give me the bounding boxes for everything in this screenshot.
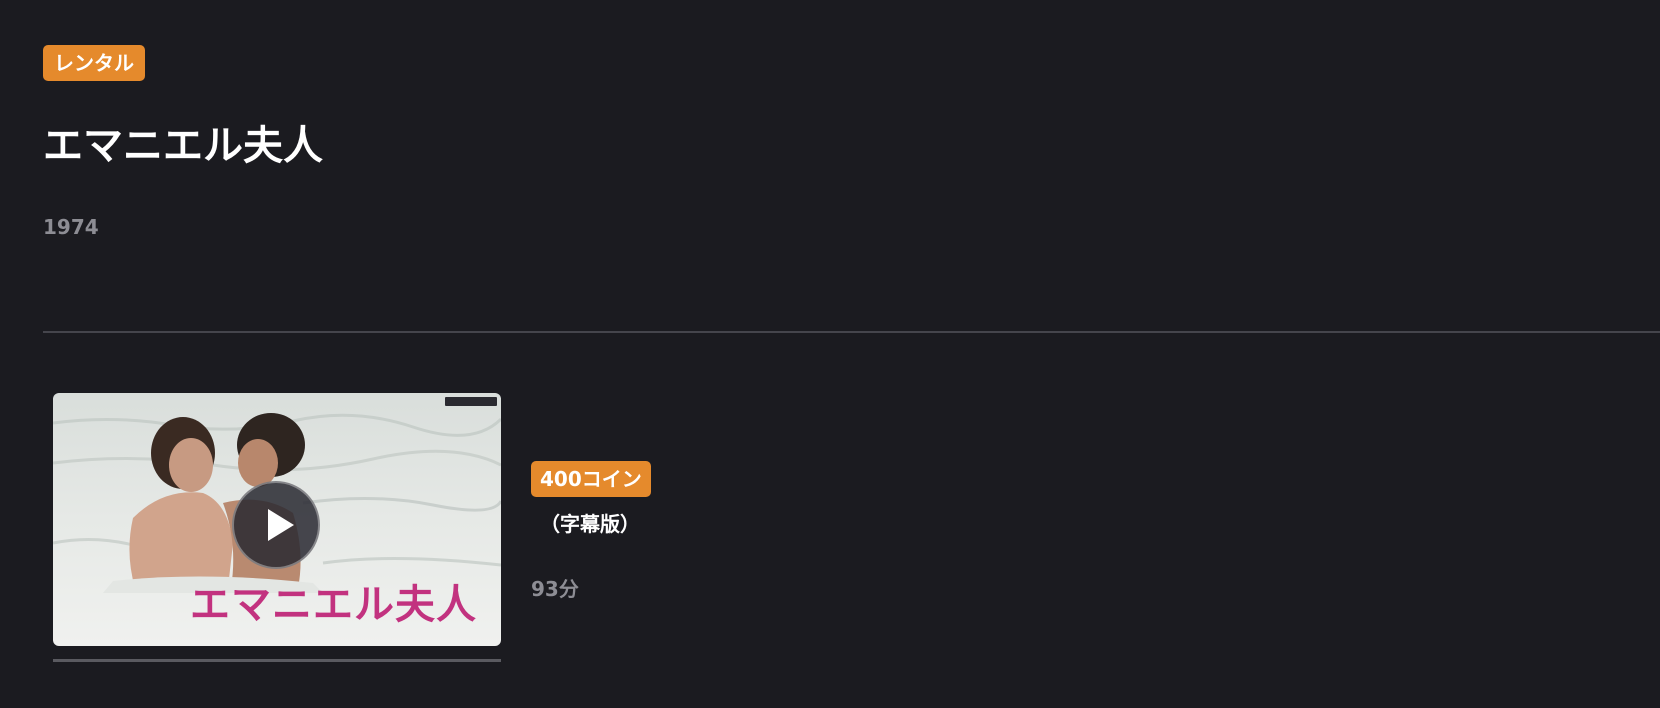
section-divider xyxy=(43,331,1660,333)
play-button[interactable] xyxy=(232,481,320,569)
price-badge: 400コイン xyxy=(531,461,651,497)
version-label: （字幕版） xyxy=(540,512,640,536)
play-icon xyxy=(268,509,294,541)
page-title: エマニエル夫人 xyxy=(43,123,323,169)
thumbnail-title: エマニエル夫人 xyxy=(190,581,477,628)
duration-label: 93分 xyxy=(531,577,579,601)
watch-progress-bar xyxy=(53,659,501,662)
episode-thumbnail[interactable]: エマニエル夫人 xyxy=(53,393,501,646)
episode-card[interactable]: エマニエル夫人 xyxy=(53,393,501,646)
release-year: 1974 xyxy=(43,215,99,239)
studio-logo xyxy=(445,397,497,406)
page: レンタル エマニエル夫人 1974 エマニエル夫人 400コイン （字幕版） 9… xyxy=(0,0,1660,708)
rental-badge: レンタル xyxy=(43,45,145,81)
